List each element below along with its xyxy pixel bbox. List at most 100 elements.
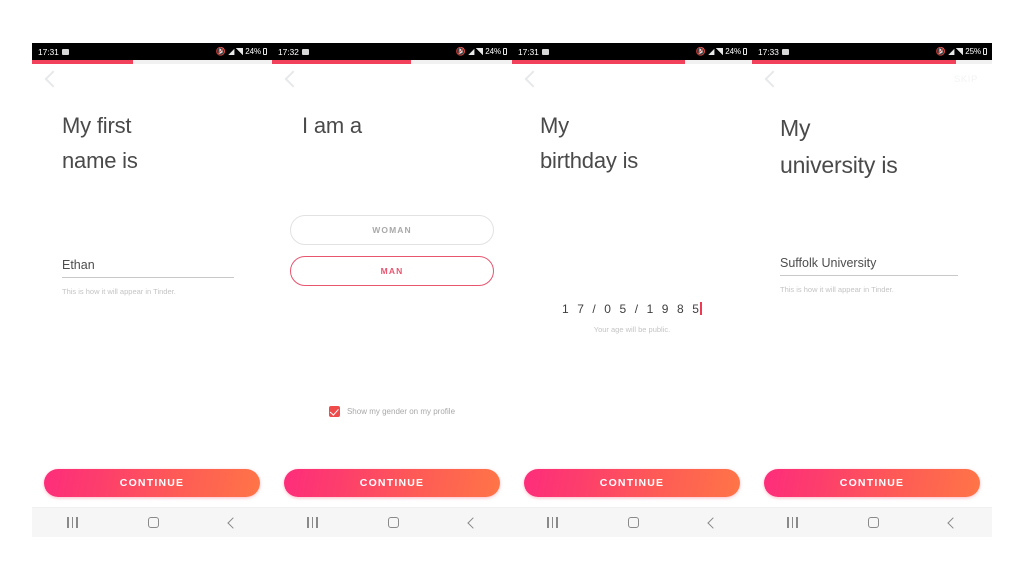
university-hint: This is how it will appear in Tinder. (780, 284, 894, 294)
screenshot-icon (781, 48, 789, 55)
show-gender-row[interactable]: Show my gender on my profile (272, 406, 512, 417)
back-nav-icon[interactable] (947, 516, 959, 529)
continue-button[interactable]: CONTINUE (284, 469, 500, 497)
back-icon[interactable] (524, 70, 542, 88)
onboarding-panel-birthday: 17:31 🔇 ◢ 24% My birthday is 1 7 / 0 5 /… (512, 43, 752, 537)
status-bar-right: 🔇 ◢ 24% (456, 47, 507, 56)
cta-wrap: CONTINUE (512, 469, 752, 497)
first-name-hint: This is how it will appear in Tinder. (62, 287, 176, 297)
page-title: My birthday is (540, 113, 639, 174)
signal-icon (476, 48, 484, 55)
recents-icon[interactable] (307, 517, 318, 528)
nav-row (32, 64, 272, 94)
status-bar: 17:31 🔇 ◢ 24% (32, 43, 272, 60)
battery-percent: 24% (485, 47, 501, 56)
wifi-icon: ◢ (948, 46, 955, 56)
battery-icon (263, 48, 267, 55)
recents-icon[interactable] (67, 517, 78, 528)
status-bar: 17:31 🔇 ◢ 24% (512, 43, 752, 60)
status-bar-right: 🔇 ◢ 25% (936, 47, 987, 56)
signal-icon (716, 48, 724, 55)
cta-wrap: CONTINUE (32, 469, 272, 497)
cta-wrap: CONTINUE (752, 469, 992, 497)
continue-button[interactable]: CONTINUE (764, 469, 980, 497)
back-icon[interactable] (284, 70, 302, 88)
panel-body: WOMAN MAN Show my gender on my profile (272, 143, 512, 469)
screenshot-icon (541, 48, 549, 55)
recents-icon[interactable] (547, 517, 558, 528)
home-icon[interactable] (628, 517, 639, 528)
signal-icon (236, 48, 244, 55)
nav-row (512, 64, 752, 94)
status-bar: 17:32 🔇 ◢ 24% (272, 43, 512, 60)
birthday-field[interactable]: 1 7 / 0 5 / 1 9 8 5 Your age will be pub… (512, 300, 752, 334)
android-nav-bar (32, 507, 272, 537)
cta-wrap: CONTINUE (272, 469, 512, 497)
status-time: 17:31 (38, 46, 59, 57)
gender-option-man[interactable]: MAN (290, 256, 494, 287)
gender-choice-group: WOMAN MAN (290, 215, 494, 287)
home-icon[interactable] (868, 517, 879, 528)
mute-icon: 🔇 (696, 46, 707, 56)
panel-body: 1 7 / 0 5 / 1 9 8 5 Your age will be pub… (512, 178, 752, 469)
status-time: 17:31 (518, 46, 539, 57)
signal-icon (956, 48, 964, 55)
screenshot-root: 17:31 🔇 ◢ 24% My first name is Ethan Thi… (0, 0, 1024, 563)
onboarding-panel-university: 17:33 🔇 ◢ 25% SKIP My university is Suff… (752, 43, 992, 537)
panel-strip: 17:31 🔇 ◢ 24% My first name is Ethan Thi… (32, 43, 992, 537)
first-name-input[interactable]: Ethan (62, 258, 234, 279)
onboarding-panel-gender: 17:32 🔇 ◢ 24% I am a WOMAN MAN Show my g… (272, 43, 512, 537)
university-field[interactable]: Suffolk University This is how it will a… (780, 256, 958, 294)
wifi-icon: ◢ (468, 46, 475, 56)
status-time: 17:32 (278, 46, 299, 57)
first-name-field[interactable]: Ethan This is how it will appear in Tind… (62, 258, 234, 296)
status-bar-right: 🔇 ◢ 24% (216, 47, 267, 56)
back-icon[interactable] (44, 70, 62, 88)
mute-icon: 🔇 (456, 46, 467, 56)
nav-row: SKIP (752, 64, 992, 94)
birthday-hint: Your age will be public. (593, 325, 671, 335)
university-input[interactable]: Suffolk University (780, 256, 958, 276)
mute-icon: 🔇 (936, 46, 947, 56)
back-nav-icon[interactable] (707, 516, 719, 529)
status-bar: 17:33 🔇 ◢ 25% (752, 43, 992, 60)
android-nav-bar (272, 507, 512, 537)
android-nav-bar (512, 507, 752, 537)
screenshot-icon (301, 48, 309, 55)
back-nav-icon[interactable] (467, 516, 479, 529)
page-title: My university is (780, 115, 898, 178)
back-icon[interactable] (764, 70, 782, 88)
android-nav-bar (752, 507, 992, 537)
nav-row (272, 64, 512, 94)
back-nav-icon[interactable] (227, 516, 239, 529)
status-bar-left: 17:32 (278, 47, 309, 57)
show-gender-label: Show my gender on my profile (346, 407, 456, 416)
battery-percent: 25% (965, 47, 981, 56)
gender-option-woman[interactable]: WOMAN (290, 215, 494, 246)
wifi-icon: ◢ (708, 46, 715, 56)
battery-percent: 24% (725, 47, 741, 56)
page-title: I am a (302, 113, 362, 138)
screenshot-icon (61, 48, 69, 55)
panel-body: Suffolk University This is how it will a… (752, 184, 992, 469)
birthday-input[interactable]: 1 7 / 0 5 / 1 9 8 5 (562, 302, 701, 316)
page-title: My first name is (62, 113, 138, 174)
home-icon[interactable] (388, 517, 399, 528)
recents-icon[interactable] (787, 517, 798, 528)
status-bar-right: 🔇 ◢ 24% (696, 47, 747, 56)
mute-icon: 🔇 (216, 46, 227, 56)
show-gender-checkbox[interactable] (328, 406, 340, 417)
home-icon[interactable] (148, 517, 159, 528)
onboarding-panel-first-name: 17:31 🔇 ◢ 24% My first name is Ethan Thi… (32, 43, 272, 537)
continue-button[interactable]: CONTINUE (524, 469, 740, 497)
status-bar-left: 17:33 (758, 47, 789, 57)
battery-icon (503, 48, 507, 55)
status-time: 17:33 (758, 46, 779, 57)
battery-percent: 24% (245, 47, 261, 56)
wifi-icon: ◢ (228, 46, 235, 56)
continue-button[interactable]: CONTINUE (44, 469, 260, 497)
battery-icon (983, 48, 987, 55)
skip-button[interactable]: SKIP (954, 74, 978, 85)
status-bar-left: 17:31 (518, 47, 549, 57)
status-bar-left: 17:31 (38, 47, 69, 57)
